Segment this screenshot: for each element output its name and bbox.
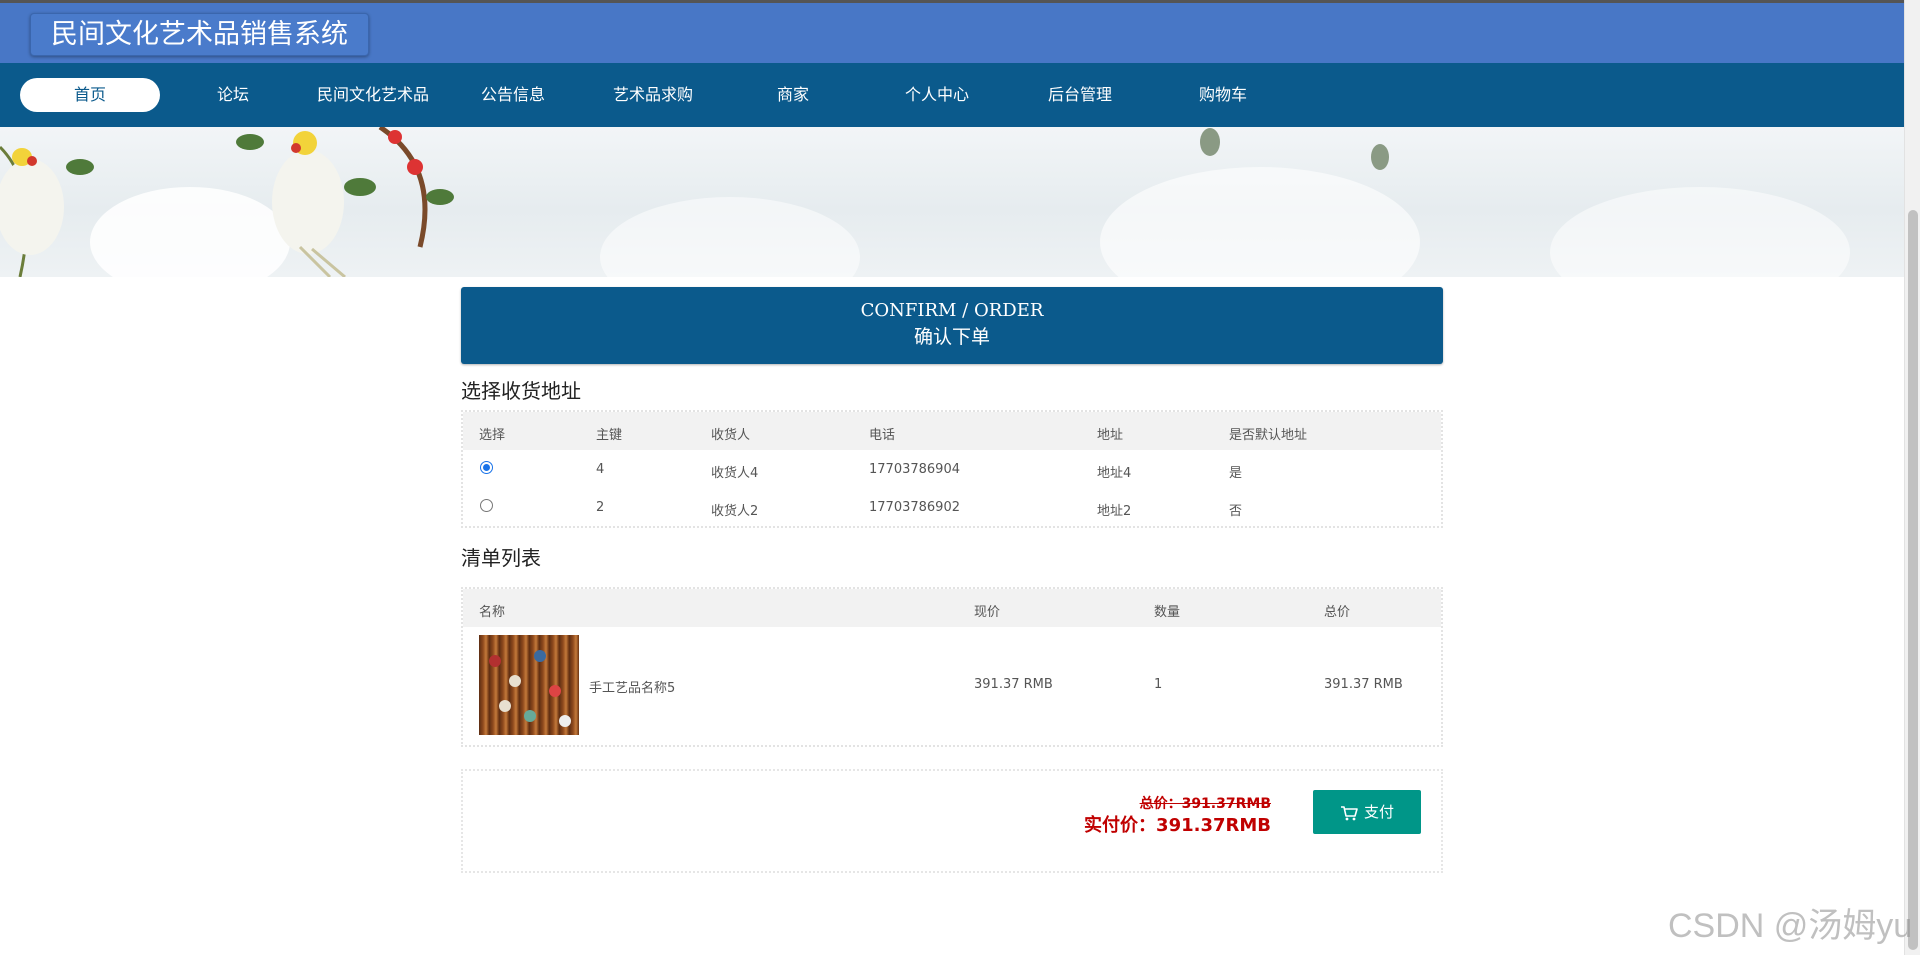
product-image[interactable]	[479, 635, 579, 735]
birds-decoration	[0, 127, 454, 277]
address-receiver: 收货人4	[711, 466, 759, 481]
address-default: 否	[1229, 504, 1243, 519]
actual-price: 实付价：391.37RMB	[1084, 815, 1271, 836]
col-name: 名称	[479, 605, 506, 620]
table-row[interactable]: 2 收货人2 17703786902 地址2 否	[463, 488, 1441, 526]
site-header: 民间文化艺术品销售系统	[0, 3, 1904, 63]
col-address: 地址	[1097, 428, 1124, 443]
table-row[interactable]: 4 收货人4 17703786904 地址4 是	[463, 450, 1441, 488]
address-section-title: 选择收货地址	[461, 379, 581, 403]
scrollbar-thumb[interactable]	[1908, 210, 1918, 950]
cart-section-title: 清单列表	[461, 546, 541, 570]
main-nav: 首页 论坛 民间文化艺术品 公告信息 艺术品求购 商家 个人中心 后台管理 购物…	[0, 63, 1904, 127]
col-qty: 数量	[1154, 605, 1181, 620]
col-phone: 电话	[869, 428, 896, 443]
watermark-text: CSDN @汤姆yu	[1668, 907, 1913, 945]
leaf-decoration	[1200, 128, 1220, 156]
address-id: 2	[596, 500, 605, 515]
address-id: 4	[596, 462, 605, 477]
address-phone: 17703786902	[869, 500, 960, 515]
product-qty: 1	[1154, 677, 1163, 692]
address-radio[interactable]	[480, 461, 493, 474]
cart-icon	[1340, 805, 1358, 820]
nav-item-folk-art[interactable]: 民间文化艺术品	[313, 78, 433, 112]
pay-label: 支付	[1363, 803, 1394, 821]
cart-table: 名称 现价 数量 总价 手工艺品名称5 391.37 RMB 1 391.37 …	[461, 587, 1443, 747]
site-title: 民间文化艺术品销售系统	[30, 13, 369, 56]
confirm-title-cn: 确认下单	[913, 326, 990, 348]
col-select: 选择	[479, 428, 506, 443]
col-total: 总价	[1324, 605, 1351, 620]
banner-image	[0, 127, 1904, 277]
nav-item-announcements[interactable]: 公告信息	[453, 78, 573, 112]
confirm-title-en: CONFIRM / ORDER	[860, 300, 1044, 321]
page-scrollbar[interactable]	[1904, 0, 1920, 955]
address-table: 选择 主键 收货人 电话 地址 是否默认地址 4 收货人4 1770378690…	[461, 410, 1443, 528]
address-table-header: 选择 主键 收货人 电话 地址 是否默认地址	[463, 412, 1441, 450]
nav-item-user-center[interactable]: 个人中心	[877, 78, 997, 112]
confirm-order-banner: CONFIRM / ORDER 确认下单	[461, 287, 1443, 364]
col-price: 现价	[974, 605, 1001, 620]
nav-item-cart[interactable]: 购物车	[1163, 78, 1283, 112]
original-total: 总价：391.37RMB	[1139, 796, 1271, 812]
address-text: 地址4	[1097, 466, 1132, 481]
address-default: 是	[1229, 466, 1243, 481]
product-name[interactable]: 手工艺品名称5	[589, 677, 675, 696]
nav-item-admin[interactable]: 后台管理	[1020, 78, 1140, 112]
product-total: 391.37 RMB	[1324, 677, 1403, 692]
address-text: 地址2	[1097, 504, 1132, 519]
pay-button[interactable]: 支付	[1313, 790, 1421, 834]
col-id: 主键	[596, 428, 623, 443]
product-price: 391.37 RMB	[974, 677, 1053, 692]
nav-item-home[interactable]: 首页	[20, 78, 160, 112]
order-main: CONFIRM / ORDER 确认下单 选择收货地址 选择 主键 收货人 电话…	[461, 287, 1443, 873]
address-phone: 17703786904	[869, 462, 960, 477]
address-receiver: 收货人2	[711, 504, 759, 519]
order-summary: 总价：391.37RMB 实付价：391.37RMB 支付	[461, 769, 1443, 873]
table-row: 手工艺品名称5 391.37 RMB 1 391.37 RMB	[463, 627, 1441, 745]
col-default: 是否默认地址	[1229, 428, 1308, 443]
leaf-decoration-right	[1371, 144, 1389, 170]
nav-item-merchants[interactable]: 商家	[733, 78, 853, 112]
cart-table-header: 名称 现价 数量 总价	[463, 589, 1441, 627]
nav-item-forum[interactable]: 论坛	[173, 78, 293, 112]
address-radio[interactable]	[480, 499, 493, 512]
col-receiver: 收货人	[711, 428, 751, 443]
nav-item-art-wanted[interactable]: 艺术品求购	[593, 78, 713, 112]
